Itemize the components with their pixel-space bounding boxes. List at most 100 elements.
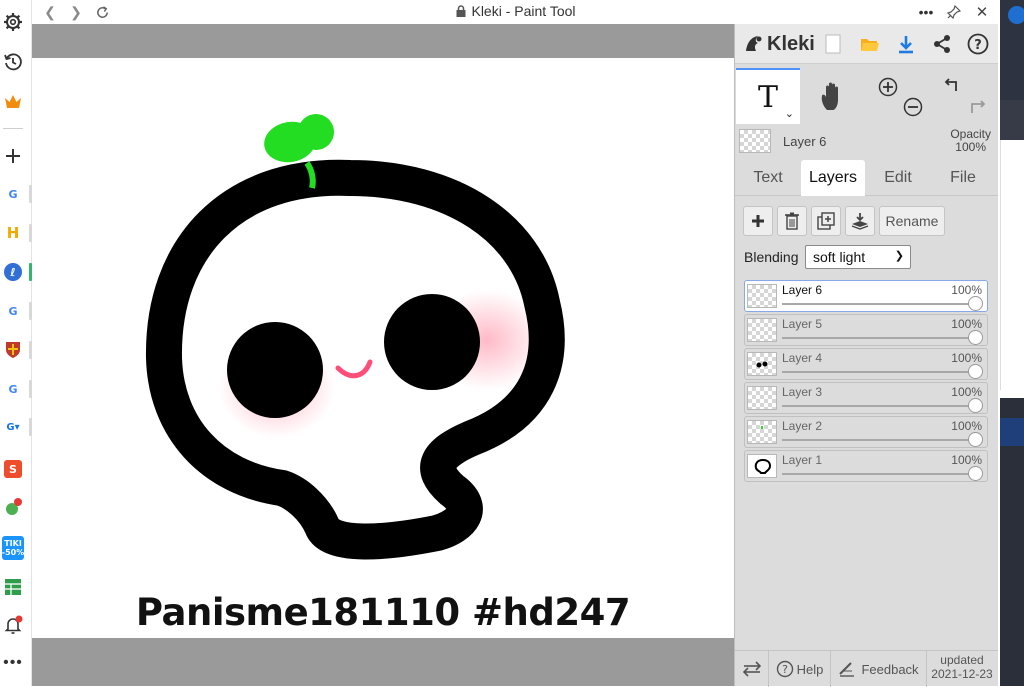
translate-icon[interactable]: G▾ [2, 416, 24, 438]
h-icon[interactable]: H [2, 222, 24, 244]
drawing-canvas[interactable]: Panisme181110 #hd247 [32, 58, 734, 638]
zoom-out-icon[interactable] [900, 94, 926, 120]
duplicate-layer-button[interactable] [811, 206, 841, 236]
google-icon[interactable]: G [2, 300, 24, 322]
kleki-panel: Kleki ? T ⌄ Layer 6 Opacity 100% Text La… [734, 24, 999, 687]
text-tool-icon: T [757, 79, 778, 115]
signature-text: Panisme181110 #hd247 [135, 591, 631, 634]
plus-icon [752, 215, 764, 227]
layer-item[interactable]: Layer 3 100% [744, 382, 988, 414]
help-icon[interactable]: ? [965, 31, 991, 57]
chevron-down-icon: ❯ [894, 250, 904, 262]
help-button[interactable]: ? Help [769, 651, 831, 687]
chevron-down-icon[interactable]: ⌄ [785, 107, 794, 120]
settings-icon[interactable] [2, 11, 24, 33]
rename-layer-button[interactable]: Rename [879, 206, 945, 236]
layer-thumbnail [747, 318, 777, 342]
layer-opacity: 100% [951, 317, 982, 331]
add-layer-button[interactable] [743, 206, 773, 236]
layer-name: Layer 5 [782, 317, 823, 331]
more-icon[interactable]: ••• [2, 652, 24, 674]
more-options-icon[interactable]: ••• [916, 2, 936, 22]
title-bar: ❮ ❯ Kleki - Paint Tool ••• ✕ [32, 0, 1000, 24]
help-label: Help [796, 661, 824, 677]
opacity-slider-track[interactable] [782, 405, 977, 407]
layer-name: Layer 6 [782, 283, 823, 297]
feedback-button[interactable]: Feedback [831, 651, 927, 687]
opacity-slider-track[interactable] [782, 337, 977, 339]
blending-value: soft light [813, 249, 866, 265]
layer-item[interactable]: Layer 4 100% [744, 348, 988, 380]
layer-thumbnail [747, 284, 777, 308]
panel-footer: ? Help Feedback updated 2021-12-23 [735, 650, 999, 687]
window-title: Kleki - Paint Tool [32, 3, 1000, 20]
layer-opacity: 100% [951, 419, 982, 433]
download-icon[interactable] [893, 31, 919, 57]
bug-icon[interactable] [2, 497, 24, 519]
svg-text:?: ? [782, 663, 788, 676]
zoom-in-icon[interactable] [875, 74, 901, 100]
google-icon[interactable]: G [2, 378, 24, 400]
layer-item[interactable]: Layer 2 100% [744, 416, 988, 448]
text-tool-button[interactable]: T ⌄ [736, 68, 800, 124]
tab-edit[interactable]: Edit [869, 160, 927, 196]
hand-tool-button[interactable] [801, 68, 865, 124]
opacity-slider-track[interactable] [782, 439, 977, 441]
layer-item[interactable]: Layer 6 100% [744, 280, 988, 312]
canvas-area[interactable]: Panisme181110 #hd247 [32, 24, 734, 686]
delete-layer-button[interactable] [777, 206, 807, 236]
share-icon[interactable] [929, 31, 955, 57]
blending-label: Blending [744, 249, 799, 265]
redo-icon[interactable] [965, 94, 991, 120]
layer-opacity: 100% [951, 283, 982, 297]
add-icon[interactable] [2, 145, 24, 167]
kleki-logo[interactable]: Kleki [743, 30, 815, 58]
sheets-icon[interactable] [2, 576, 24, 598]
pin-icon[interactable] [944, 2, 964, 22]
tab-layers[interactable]: Layers [801, 160, 865, 196]
opacity-slider-handle[interactable] [968, 296, 983, 311]
close-icon[interactable]: ✕ [972, 2, 992, 22]
layer-name: Layer 1 [782, 453, 823, 467]
updated-date: 2021-12-23 [931, 667, 993, 681]
tiki-badge: -50% [1, 548, 25, 557]
opacity-slider-handle[interactable] [968, 364, 983, 379]
opacity-slider-track[interactable] [782, 473, 977, 475]
crown-icon[interactable] [2, 91, 24, 113]
browser-sidebar: G H ℓ G G G▾ S TIKI -50% ••• [0, 0, 32, 686]
opacity-slider-handle[interactable] [968, 398, 983, 413]
history-icon[interactable] [2, 51, 24, 73]
opacity-slider-track[interactable] [782, 303, 977, 305]
opacity-slider-handle[interactable] [968, 330, 983, 345]
tab-text[interactable]: Text [739, 160, 797, 196]
current-layer-opacity: Opacity 100% [950, 128, 991, 154]
kleki-icon[interactable]: ℓ [2, 261, 24, 283]
lock-icon [456, 4, 466, 20]
tiki-icon[interactable]: TIKI -50% [2, 535, 24, 561]
left-eye [227, 322, 323, 418]
help-icon: ? [776, 660, 793, 678]
swap-panel-icon[interactable] [735, 651, 769, 687]
layer-name: Layer 4 [782, 351, 823, 365]
new-image-icon[interactable] [820, 31, 846, 57]
undo-icon[interactable] [939, 74, 965, 100]
opacity-slider-handle[interactable] [968, 466, 983, 481]
bell-icon[interactable] [2, 614, 24, 636]
opacity-slider-handle[interactable] [968, 432, 983, 447]
blending-select[interactable]: soft light ❯ [805, 245, 911, 269]
layer-opacity: 100% [951, 385, 982, 399]
layer-item[interactable]: Layer 5 100% [744, 314, 988, 346]
shield-icon[interactable] [2, 339, 24, 361]
google-icon[interactable]: G [2, 183, 24, 205]
shopee-icon[interactable]: S [2, 458, 24, 480]
layer-item[interactable]: Layer 1 100% [744, 450, 988, 482]
current-layer-thumbnail [739, 129, 771, 153]
layer-opacity: 100% [951, 453, 982, 467]
merge-layer-button[interactable] [845, 206, 875, 236]
opacity-slider-track[interactable] [782, 371, 977, 373]
panel-tabs: Text Layers Edit File [735, 160, 999, 196]
tab-file[interactable]: File [933, 160, 993, 196]
layer-thumbnail [747, 420, 777, 444]
open-folder-icon[interactable] [857, 31, 883, 57]
hand-icon [821, 82, 838, 110]
